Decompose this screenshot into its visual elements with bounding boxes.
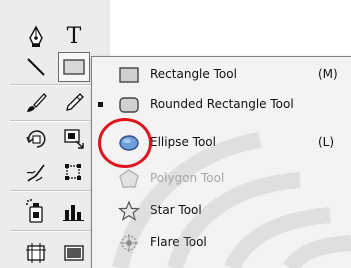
type-tool[interactable]: T — [58, 22, 90, 52]
column-graph-tool[interactable] — [58, 196, 90, 226]
pencil-icon — [66, 93, 84, 111]
menu-item-label: Polygon Tool — [150, 171, 225, 185]
slice-icon — [64, 245, 84, 261]
graph-icon — [63, 205, 84, 221]
scale-tool[interactable] — [58, 124, 90, 154]
paintbrush-tool[interactable] — [20, 88, 52, 118]
menu-item-shortcut: (M) — [318, 67, 338, 81]
ellipse-icon — [119, 135, 139, 151]
artboard-tool[interactable] — [20, 238, 52, 268]
pen-icon — [29, 25, 43, 47]
rectangle-tools-flyout-menu: Rectangle Tool (M) Rounded Rectangle Too… — [91, 56, 351, 268]
menu-item-rectangle-tool[interactable]: Rectangle Tool (M) — [92, 61, 351, 89]
rotate-tool[interactable] — [20, 124, 52, 154]
menu-item-rounded-rectangle-tool[interactable]: Rounded Rectangle Tool — [92, 91, 351, 119]
slice-tool[interactable] — [58, 238, 90, 268]
line-icon — [27, 58, 45, 76]
symbol-sprayer-icon — [26, 199, 43, 223]
type-icon: T — [66, 24, 82, 49]
menu-item-label: Rectangle Tool — [150, 67, 237, 81]
brush-icon — [27, 93, 47, 112]
toolbox-separator — [10, 84, 98, 86]
artboard-icon — [26, 243, 46, 263]
menu-item-ellipse-tool[interactable]: Ellipse Tool (L) — [92, 129, 351, 157]
menu-item-label: Star Tool — [150, 203, 202, 217]
line-segment-tool[interactable] — [20, 52, 52, 82]
menu-item-star-tool[interactable]: Star Tool — [92, 197, 351, 225]
polygon-icon — [119, 169, 139, 188]
warp-tool[interactable] — [20, 158, 52, 188]
scale-icon — [64, 129, 84, 149]
rotate-icon — [26, 130, 46, 148]
screenshot-stage: T Rectangle Tool (M) Rounded Rectangle T… — [0, 0, 351, 268]
symbol-sprayer-tool[interactable] — [20, 196, 52, 226]
star-icon — [118, 201, 140, 221]
toolbox-separator — [10, 120, 98, 122]
menu-item-flare-tool[interactable]: Flare Tool — [92, 229, 351, 257]
pencil-tool[interactable] — [58, 88, 90, 118]
menu-item-polygon-tool[interactable]: Polygon Tool — [92, 165, 351, 193]
toolbox-separator — [10, 230, 98, 232]
menu-item-label: Ellipse Tool — [150, 135, 216, 149]
menu-item-shortcut: (L) — [318, 135, 335, 149]
flare-icon — [120, 234, 138, 252]
free-transform-tool[interactable] — [58, 158, 90, 188]
rectangle-icon — [119, 67, 139, 83]
warp-icon — [26, 164, 45, 182]
checked-bullet-icon — [98, 102, 103, 107]
toolbox-separator — [10, 190, 98, 192]
rectangle-icon — [63, 59, 85, 75]
rounded-rectangle-icon — [119, 97, 139, 113]
free-transform-icon — [65, 164, 81, 180]
rectangle-tool[interactable] — [58, 52, 90, 82]
pen-tool[interactable] — [20, 22, 52, 52]
menu-item-label: Flare Tool — [150, 235, 207, 249]
menu-item-label: Rounded Rectangle Tool — [150, 97, 294, 111]
